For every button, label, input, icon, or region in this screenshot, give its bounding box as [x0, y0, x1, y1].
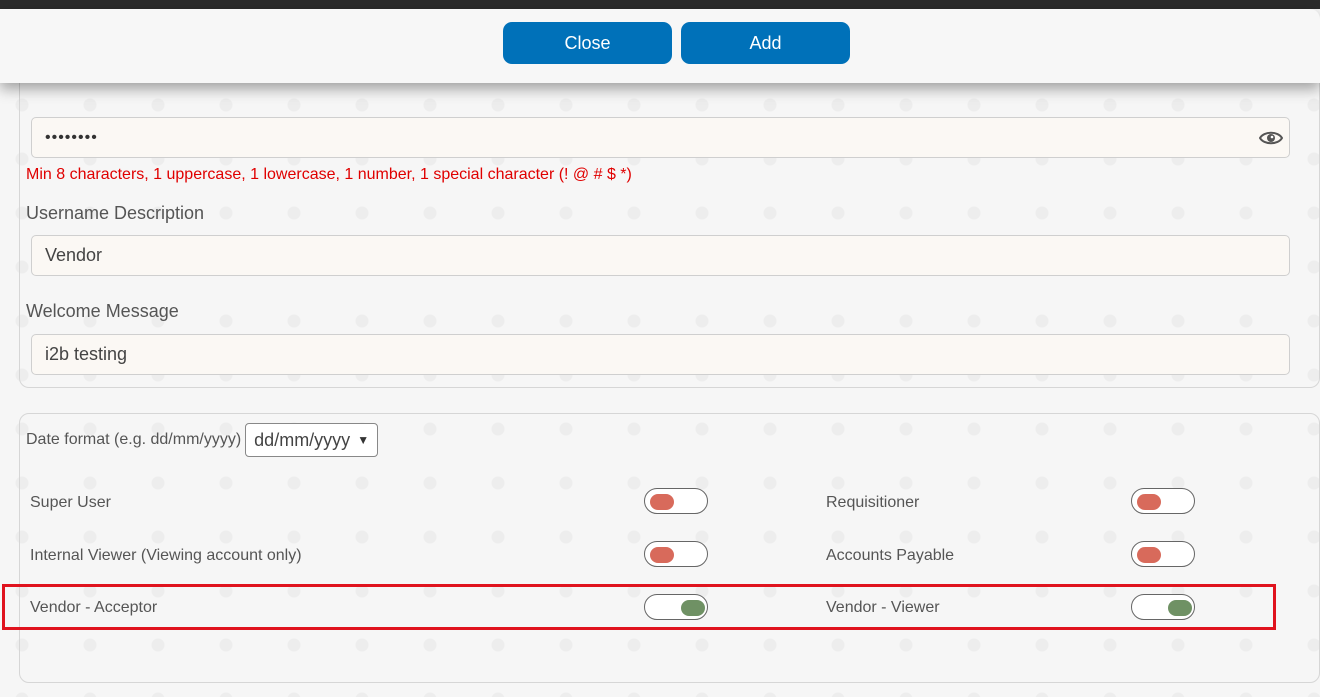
username-description-label: Username Description — [26, 203, 205, 223]
add-button[interactable]: Add — [681, 22, 850, 64]
highlight-box — [2, 584, 1276, 630]
chevron-down-icon: ▼ — [357, 433, 370, 447]
username-description-value: Vendor — [45, 245, 103, 265]
date-format-row: Date format (e.g. dd/mm/yyyy) dd/mm/yyyy… — [26, 423, 379, 457]
form-content: •••••••• Min 8 characters, 1 uppercase, … — [0, 73, 1320, 697]
modal-header: Close Add — [0, 9, 1320, 83]
permission-label-accounts-payable: Accounts Payable — [826, 547, 955, 564]
window-top-strip — [0, 0, 1320, 9]
toggle-super-user[interactable] — [644, 488, 708, 514]
toggle-knob — [650, 547, 674, 563]
close-button[interactable]: Close — [503, 22, 672, 64]
date-format-value: dd/mm/yyyy — [254, 429, 351, 450]
permission-label-requisitioner: Requisitioner — [826, 494, 920, 511]
password-field[interactable]: •••••••• — [31, 117, 1290, 158]
welcome-message-value: i2b testing — [45, 344, 128, 364]
password-hint: Min 8 characters, 1 uppercase, 1 lowerca… — [26, 166, 632, 183]
permission-label-super-user: Super User — [30, 494, 111, 511]
welcome-message-label: Welcome Message — [26, 301, 179, 321]
toggle-internal-viewer[interactable] — [644, 541, 708, 567]
permission-label-internal-viewer: Internal Viewer (Viewing account only) — [30, 547, 302, 564]
date-format-select[interactable]: dd/mm/yyyy ▼ — [245, 423, 379, 457]
toggle-accounts-payable[interactable] — [1131, 541, 1195, 567]
toggle-knob — [650, 494, 674, 510]
username-description-input[interactable]: Vendor — [31, 235, 1290, 276]
toggle-knob — [1137, 547, 1161, 563]
toggle-knob — [1137, 494, 1161, 510]
eye-icon[interactable] — [1258, 127, 1284, 149]
welcome-message-input[interactable]: i2b testing — [31, 334, 1290, 375]
date-format-label: Date format (e.g. dd/mm/yyyy) — [26, 431, 242, 448]
password-value: •••••••• — [45, 128, 98, 146]
toggle-requisitioner[interactable] — [1131, 488, 1195, 514]
